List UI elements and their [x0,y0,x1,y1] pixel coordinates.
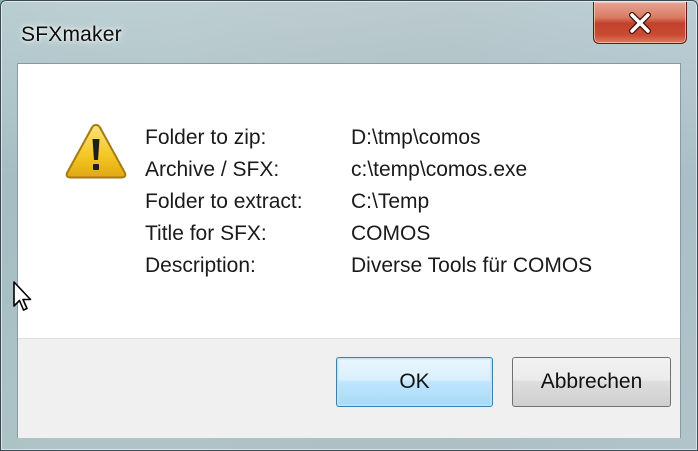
title-bar[interactable]: SFXmaker [1,1,697,63]
window-title: SFXmaker [21,23,122,46]
value-folder-to-zip: D:\tmp\comos [351,126,481,149]
button-panel: OK Abbrechen [18,338,680,438]
value-folder-to-extract: C:\Temp [351,190,430,213]
dialog-content: Folder to zip: D:\tmp\comos Archive / SF… [17,63,681,438]
sfx-settings-list: Folder to zip: D:\tmp\comos Archive / SF… [145,122,592,282]
dialog-window: SFXmaker Folder to zip: D:\tmp\comos Arc… [0,0,698,451]
value-description: Diverse Tools für COMOS [351,254,593,277]
value-title-for-sfx: COMOS [351,222,431,245]
cancel-button[interactable]: Abbrechen [512,357,671,407]
row-folder-to-zip: Folder to zip: D:\tmp\comos [145,122,592,154]
row-description: Description: Diverse Tools für COMOS [145,250,592,282]
row-title-for-sfx: Title for SFX: COMOS [145,218,592,250]
label-folder-to-extract: Folder to extract: [145,190,303,213]
row-folder-to-extract: Folder to extract: C:\Temp [145,186,592,218]
label-folder-to-zip: Folder to zip: [145,126,267,149]
value-archive-sfx: c:\temp\comos.exe [351,158,528,181]
mouse-cursor-icon [13,281,32,311]
label-description: Description: [145,254,256,277]
warning-icon [65,123,127,179]
row-archive-sfx: Archive / SFX: c:\temp\comos.exe [145,154,592,186]
label-title-for-sfx: Title for SFX: [145,222,267,245]
close-button[interactable] [593,2,687,44]
close-icon [629,11,651,34]
label-archive-sfx: Archive / SFX: [145,158,280,181]
ok-button[interactable]: OK [336,357,493,407]
